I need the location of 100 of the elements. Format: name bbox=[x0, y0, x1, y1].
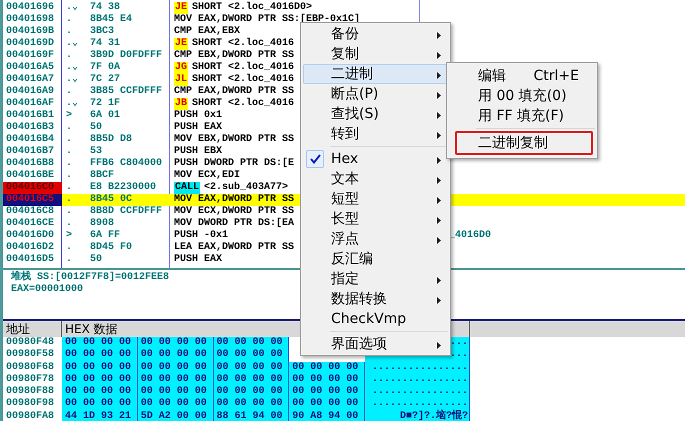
jump-mark: .⌄ bbox=[65, 62, 80, 74]
ascii-cell: ................ bbox=[365, 362, 470, 374]
mnemonic: JL bbox=[174, 74, 188, 86]
mnemonic: JB bbox=[174, 98, 188, 110]
address-cell-text: 00980FA8 bbox=[5, 410, 56, 421]
mnemonic: JG bbox=[174, 62, 188, 74]
jump-mark: .⌄ bbox=[65, 38, 80, 50]
hex-bytes: 00 00 00 00 bbox=[214, 386, 290, 398]
instruction: MOV EAX,DWORD PTR SS bbox=[174, 194, 294, 206]
hex-cell-text: 72 1F bbox=[89, 98, 122, 110]
operands: SHORT <2.loc_4016 bbox=[192, 38, 294, 50]
hex-bytes: 00 00 00 00 bbox=[289, 386, 365, 398]
address-cell-text: 00401698 bbox=[5, 14, 56, 26]
jump-mark: . bbox=[65, 170, 74, 182]
hex-bytes: 00 00 00 00 bbox=[138, 386, 214, 398]
menu-item[interactable]: 编辑 Ctrl+E bbox=[449, 66, 595, 86]
hex-bytes: 44 1D 93 21 bbox=[62, 410, 138, 421]
instruction: CMP EBX,DWORD PTR SS bbox=[174, 50, 294, 62]
menu-item[interactable]: 二进制复制 bbox=[455, 131, 593, 155]
address-cell-text: 00980F98 bbox=[5, 398, 56, 411]
hex-bytes: 00 00 00 00 bbox=[289, 398, 365, 411]
address-cell-text: 00401696 bbox=[5, 2, 56, 14]
hex-cell-text: 53 bbox=[89, 146, 104, 158]
hex-bytes: 00 00 00 00 bbox=[62, 362, 138, 374]
menu-item[interactable]: 浮点 bbox=[303, 229, 448, 249]
address-cell-text: 004016AF bbox=[5, 98, 56, 110]
address-cell-text: 00980F88 bbox=[5, 386, 56, 398]
address-cell-text: 00980F68 bbox=[5, 362, 56, 374]
hex-bytes: 00 00 00 00 bbox=[62, 337, 138, 350]
hex-bytes: 00 00 00 00 bbox=[62, 349, 138, 362]
ascii-cell: ................ bbox=[365, 374, 470, 386]
instruction: PUSH -0x1 bbox=[174, 230, 228, 242]
menu-item[interactable]: 二进制 bbox=[303, 64, 448, 84]
menu-item[interactable]: 查找(S) bbox=[303, 104, 448, 124]
menu-item[interactable]: 长型 bbox=[303, 209, 448, 229]
hex-cell-text: 3BC3 bbox=[89, 26, 116, 38]
instruction: MOV DWORD PTR DS:[EA bbox=[174, 218, 294, 230]
operands: <2.sub_403A77> bbox=[204, 182, 288, 194]
menu-item[interactable]: 备份 bbox=[303, 24, 448, 44]
instruction: CMP EAX,DWORD PTR SS bbox=[174, 86, 294, 98]
hex-bytes: 00 00 00 00 bbox=[289, 374, 365, 386]
jump-mark: . bbox=[65, 122, 74, 134]
menu-item[interactable]: 短型 bbox=[303, 189, 448, 209]
menu-item[interactable]: 指定 bbox=[303, 269, 448, 289]
menu-item[interactable]: Hex bbox=[303, 149, 448, 169]
jump-mark: . bbox=[65, 242, 74, 254]
address-cell-text: 004016B4 bbox=[5, 134, 56, 146]
menu-item[interactable]: 反汇编 bbox=[303, 249, 448, 269]
hex-cell-text: 50 bbox=[89, 122, 104, 134]
hex-cell-text: FFB6 C804000 bbox=[89, 158, 164, 170]
info-line: 堆栈 SS:[0012F7F8]=0012FEE8 bbox=[11, 272, 170, 284]
address-cell-text: 00980F78 bbox=[5, 374, 56, 386]
instruction: PUSH EAX bbox=[174, 254, 222, 266]
jump-mark: . bbox=[65, 50, 74, 62]
address-cell-text: 004016A7 bbox=[5, 74, 56, 86]
jump-mark: > bbox=[65, 230, 74, 242]
address-cell-text: 004016B1 bbox=[5, 110, 56, 122]
address-cell-text: 004016BE bbox=[5, 170, 56, 182]
instruction: PUSH 0x1 bbox=[174, 110, 222, 122]
menu-item[interactable]: 用 00 填充(0) bbox=[449, 86, 595, 106]
address-cell-text: 004016A9 bbox=[5, 86, 56, 98]
column-header[interactable]: 地址 bbox=[3, 321, 62, 337]
jump-mark: . bbox=[65, 86, 74, 98]
info-line: EAX=00001000 bbox=[11, 284, 84, 296]
hex-cell-text: 8908 bbox=[89, 218, 116, 230]
address-cell-text: 004016CE bbox=[5, 218, 56, 230]
hex-cell-text: 7F 0A bbox=[89, 62, 122, 74]
hex-cell-text: 8D45 F0 bbox=[89, 242, 134, 254]
menu-item[interactable]: 用 FF 填充(F) bbox=[449, 106, 595, 126]
address-cell-text: 00980F58 bbox=[5, 349, 56, 362]
instruction: PUSH EAX bbox=[174, 122, 222, 134]
address-cell-text: 004016D2 bbox=[5, 242, 56, 254]
address-cell-text: 00980F48 bbox=[5, 337, 56, 349]
jump-mark: .⌄ bbox=[65, 74, 80, 86]
instruction: MOV ECX,DWORD PTR SS bbox=[174, 206, 294, 218]
hex-bytes: 00 00 00 00 bbox=[62, 386, 138, 398]
menu-item[interactable]: 数据转换 bbox=[303, 289, 448, 309]
jump-mark: . bbox=[65, 182, 74, 194]
menu-item[interactable]: 断点(P) bbox=[303, 84, 448, 104]
operands: SHORT <2.loc_4016 bbox=[192, 74, 294, 86]
hex-bytes: 00 00 00 00 bbox=[214, 337, 290, 350]
hex-cell-text: 8B5D D8 bbox=[89, 134, 134, 146]
comment-cell-text: _4016D0 bbox=[448, 230, 492, 242]
hex-bytes: 90 A8 94 00 bbox=[289, 410, 365, 421]
operands: SHORT <2.loc_4016D0> bbox=[192, 2, 312, 14]
hex-bytes: 00 00 00 00 bbox=[138, 398, 214, 411]
hex-bytes: 00 00 00 00 bbox=[214, 349, 290, 362]
menu-item[interactable]: 转到 bbox=[303, 124, 448, 144]
operands: SHORT <2.loc_4016 bbox=[192, 98, 294, 110]
mnemonic: JE bbox=[174, 38, 188, 50]
hex-cell-text: 8B8D CCFDFFF bbox=[89, 206, 164, 218]
jump-mark: . bbox=[65, 254, 74, 266]
hex-bytes: 00 00 00 00 bbox=[62, 374, 138, 386]
menu-item[interactable]: 文本 bbox=[303, 169, 448, 189]
mnemonic: JE bbox=[174, 2, 188, 14]
address-cell-text: 0040169F bbox=[5, 50, 56, 62]
menu-item[interactable]: 复制 bbox=[303, 44, 448, 64]
address-cell-text: 004016D0 bbox=[5, 230, 56, 242]
instruction: MOV EBX,DWORD PTR SS bbox=[174, 134, 294, 146]
address-cell-text: 004016B3 bbox=[5, 122, 56, 134]
